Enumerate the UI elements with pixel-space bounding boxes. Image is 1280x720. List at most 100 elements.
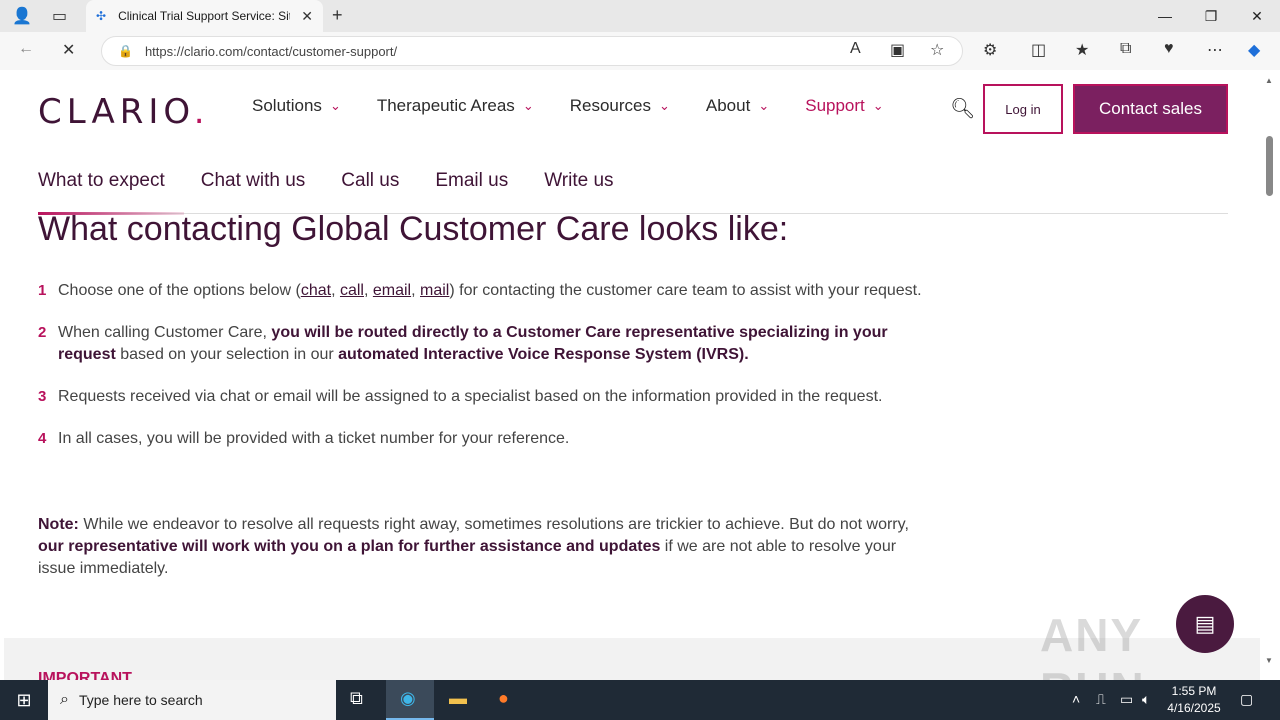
browser-tab[interactable]: ✣ Clinical Trial Support Service: Site ✕ <box>86 0 323 32</box>
collections-icon[interactable]: ⧉ <box>1120 40 1131 58</box>
note-label: Note: <box>38 516 79 533</box>
logo-dot: . <box>193 92 210 132</box>
nav-solutions[interactable]: Solutions ⌄ <box>252 96 341 116</box>
taskbar: ⊞ ⌕ Type here to search ⧉ ◉ ▬ ● ˄ ⎍ ▭ 🔈︎… <box>0 680 1280 720</box>
nav-support[interactable]: Support ⌄ <box>805 96 883 116</box>
more-menu-icon[interactable]: ⋯ <box>1207 40 1223 60</box>
subnav-email[interactable]: Email us <box>435 168 508 213</box>
step-number: 3 <box>38 388 47 405</box>
tray-chevron-icon[interactable]: ˄ <box>1072 691 1080 707</box>
step-number: 1 <box>38 282 47 299</box>
nav-label: About <box>705 96 751 115</box>
step-text: Requests received via chat or email will… <box>58 388 883 405</box>
search-icon: ⌕ <box>60 691 69 708</box>
edge-taskbar-item[interactable]: ◉ <box>386 680 434 720</box>
volume-icon[interactable]: 🔈︎ <box>1142 691 1150 708</box>
favorites-icon[interactable]: ★ <box>1075 40 1089 60</box>
tab-bar: 👤 ▭ ✣ Clinical Trial Support Service: Si… <box>0 0 1280 32</box>
clock-date: 4/16/2025 <box>1167 701 1221 715</box>
mail-link[interactable]: mail <box>420 282 449 299</box>
tab-favicon-icon: ✣ <box>96 9 107 23</box>
immersive-reader-icon[interactable]: ▣ <box>890 40 905 60</box>
subnav-what-to-expect[interactable]: What to expect <box>38 168 165 213</box>
chevron-down-icon: ⌄ <box>758 98 770 113</box>
chat-widget-button[interactable]: ▤ <box>1176 595 1234 653</box>
chevron-down-icon: ⌄ <box>872 98 884 113</box>
step-text-part: When calling Customer Care, <box>58 324 272 341</box>
browser-chrome: 👤 ▭ ✣ Clinical Trial Support Service: Si… <box>0 0 1280 70</box>
notifications-icon[interactable]: ▢ <box>1240 691 1253 708</box>
system-clock[interactable]: 1:55 PM 4/16/2025 <box>1158 683 1230 717</box>
email-link[interactable]: email <box>373 282 411 299</box>
address-bar-row: ← ✕ 🔒 https://clario.com/contact/custome… <box>0 32 1280 70</box>
step-number: 4 <box>38 430 47 447</box>
page-heading: What contacting Global Customer Care loo… <box>38 210 789 248</box>
chevron-down-icon: ⌄ <box>658 98 670 113</box>
nav-label: Support <box>805 96 865 115</box>
favorite-star-icon[interactable]: ☆ <box>930 40 944 60</box>
nav-label: Resources <box>569 96 651 115</box>
scroll-up-icon[interactable]: ▲ <box>1265 76 1273 85</box>
performance-icon[interactable]: ♥ <box>1164 40 1174 58</box>
note-text: While we endeavor to resolve all request… <box>78 516 909 533</box>
chevron-down-icon: ⌄ <box>329 98 341 113</box>
split-screen-icon[interactable]: ◫ <box>1031 40 1046 60</box>
profile-icon[interactable]: 👤 <box>12 6 32 26</box>
tab-title: Clinical Trial Support Service: Site <box>118 9 291 23</box>
contact-sales-button[interactable]: Contact sales <box>1073 84 1228 134</box>
subnav-call[interactable]: Call us <box>341 168 399 213</box>
step-text: Choose one of the options below (chat, c… <box>58 282 922 299</box>
step-text-bold: automated Interactive Voice Response Sys… <box>338 346 749 363</box>
back-icon[interactable]: ← <box>18 40 34 58</box>
edge-icon: ◉ <box>400 688 416 708</box>
restore-icon[interactable]: ❐ <box>1188 0 1234 32</box>
new-tab-icon[interactable]: + <box>332 5 343 26</box>
list-item: 3 Requests received via chat or email wi… <box>38 386 928 408</box>
tab-close-icon[interactable]: ✕ <box>301 8 313 25</box>
page-scrollbar[interactable]: ▲ ▼ <box>1260 70 1280 680</box>
step-text-part: ) for contacting the customer care team … <box>449 282 922 299</box>
extensions-icon[interactable]: ⚙ <box>983 40 997 60</box>
windows-start-icon[interactable]: ⊞ <box>0 680 48 720</box>
chat-link[interactable]: chat <box>301 282 331 299</box>
note-bold-text: our representative will work with you on… <box>38 538 661 555</box>
search-icon[interactable]: 🔍︎ <box>950 96 975 121</box>
url-box[interactable]: 🔒 https://clario.com/contact/customer-su… <box>101 36 963 66</box>
url-text[interactable]: https://clario.com/contact/customer-supp… <box>145 44 397 59</box>
copilot-icon[interactable]: ◆ <box>1248 40 1260 60</box>
file-explorer-icon[interactable]: ▬ <box>449 688 467 709</box>
minimize-icon[interactable]: — <box>1142 0 1188 32</box>
clock-time: 1:55 PM <box>1171 684 1217 698</box>
stop-loading-icon[interactable]: ✕ <box>62 40 75 60</box>
scroll-down-icon[interactable]: ▼ <box>1265 656 1273 665</box>
nav-therapeutic-areas[interactable]: Therapeutic Areas ⌄ <box>377 96 534 116</box>
close-window-icon[interactable]: ✕ <box>1234 0 1280 32</box>
subnav-write[interactable]: Write us <box>544 168 613 213</box>
window-controls: — ❐ ✕ <box>1142 0 1280 32</box>
network-icon[interactable]: ▭ <box>1120 691 1133 708</box>
list-item: 1 Choose one of the options below (chat,… <box>38 280 928 302</box>
step-text-part: Choose one of the options below ( <box>58 282 301 299</box>
call-link[interactable]: call <box>340 282 364 299</box>
nav-resources[interactable]: Resources ⌄ <box>570 96 670 116</box>
lock-icon: 🔒 <box>118 44 133 58</box>
taskbar-search[interactable]: ⌕ Type here to search <box>48 680 336 720</box>
scroll-thumb[interactable] <box>1266 136 1273 196</box>
web-page: CLARIO. Solutions ⌄ Therapeutic Areas ⌄ Re… <box>4 70 1260 680</box>
step-text-part: based on your selection in our <box>115 346 339 363</box>
nav-about[interactable]: About ⌄ <box>706 96 769 116</box>
login-button[interactable]: Log in <box>983 84 1063 134</box>
nav-label: Therapeutic Areas <box>376 96 515 115</box>
read-aloud-icon[interactable]: A <box>850 40 861 58</box>
sub-nav: What to expect Chat with us Call us Emai… <box>38 168 1228 215</box>
taskbar-search-placeholder: Type here to search <box>78 692 203 708</box>
clario-logo[interactable]: CLARIO. <box>38 92 210 132</box>
tab-actions-icon[interactable]: ▭ <box>52 6 67 26</box>
task-view-icon[interactable]: ⧉ <box>350 688 363 709</box>
firefox-icon[interactable]: ● <box>498 688 509 709</box>
logo-text: CLARIO <box>38 92 194 132</box>
nav-label: Solutions <box>252 96 322 115</box>
network-device-icon[interactable]: ⎍ <box>1096 691 1106 708</box>
subnav-chat[interactable]: Chat with us <box>201 168 306 213</box>
step-text: In all cases, you will be provided with … <box>58 430 570 447</box>
